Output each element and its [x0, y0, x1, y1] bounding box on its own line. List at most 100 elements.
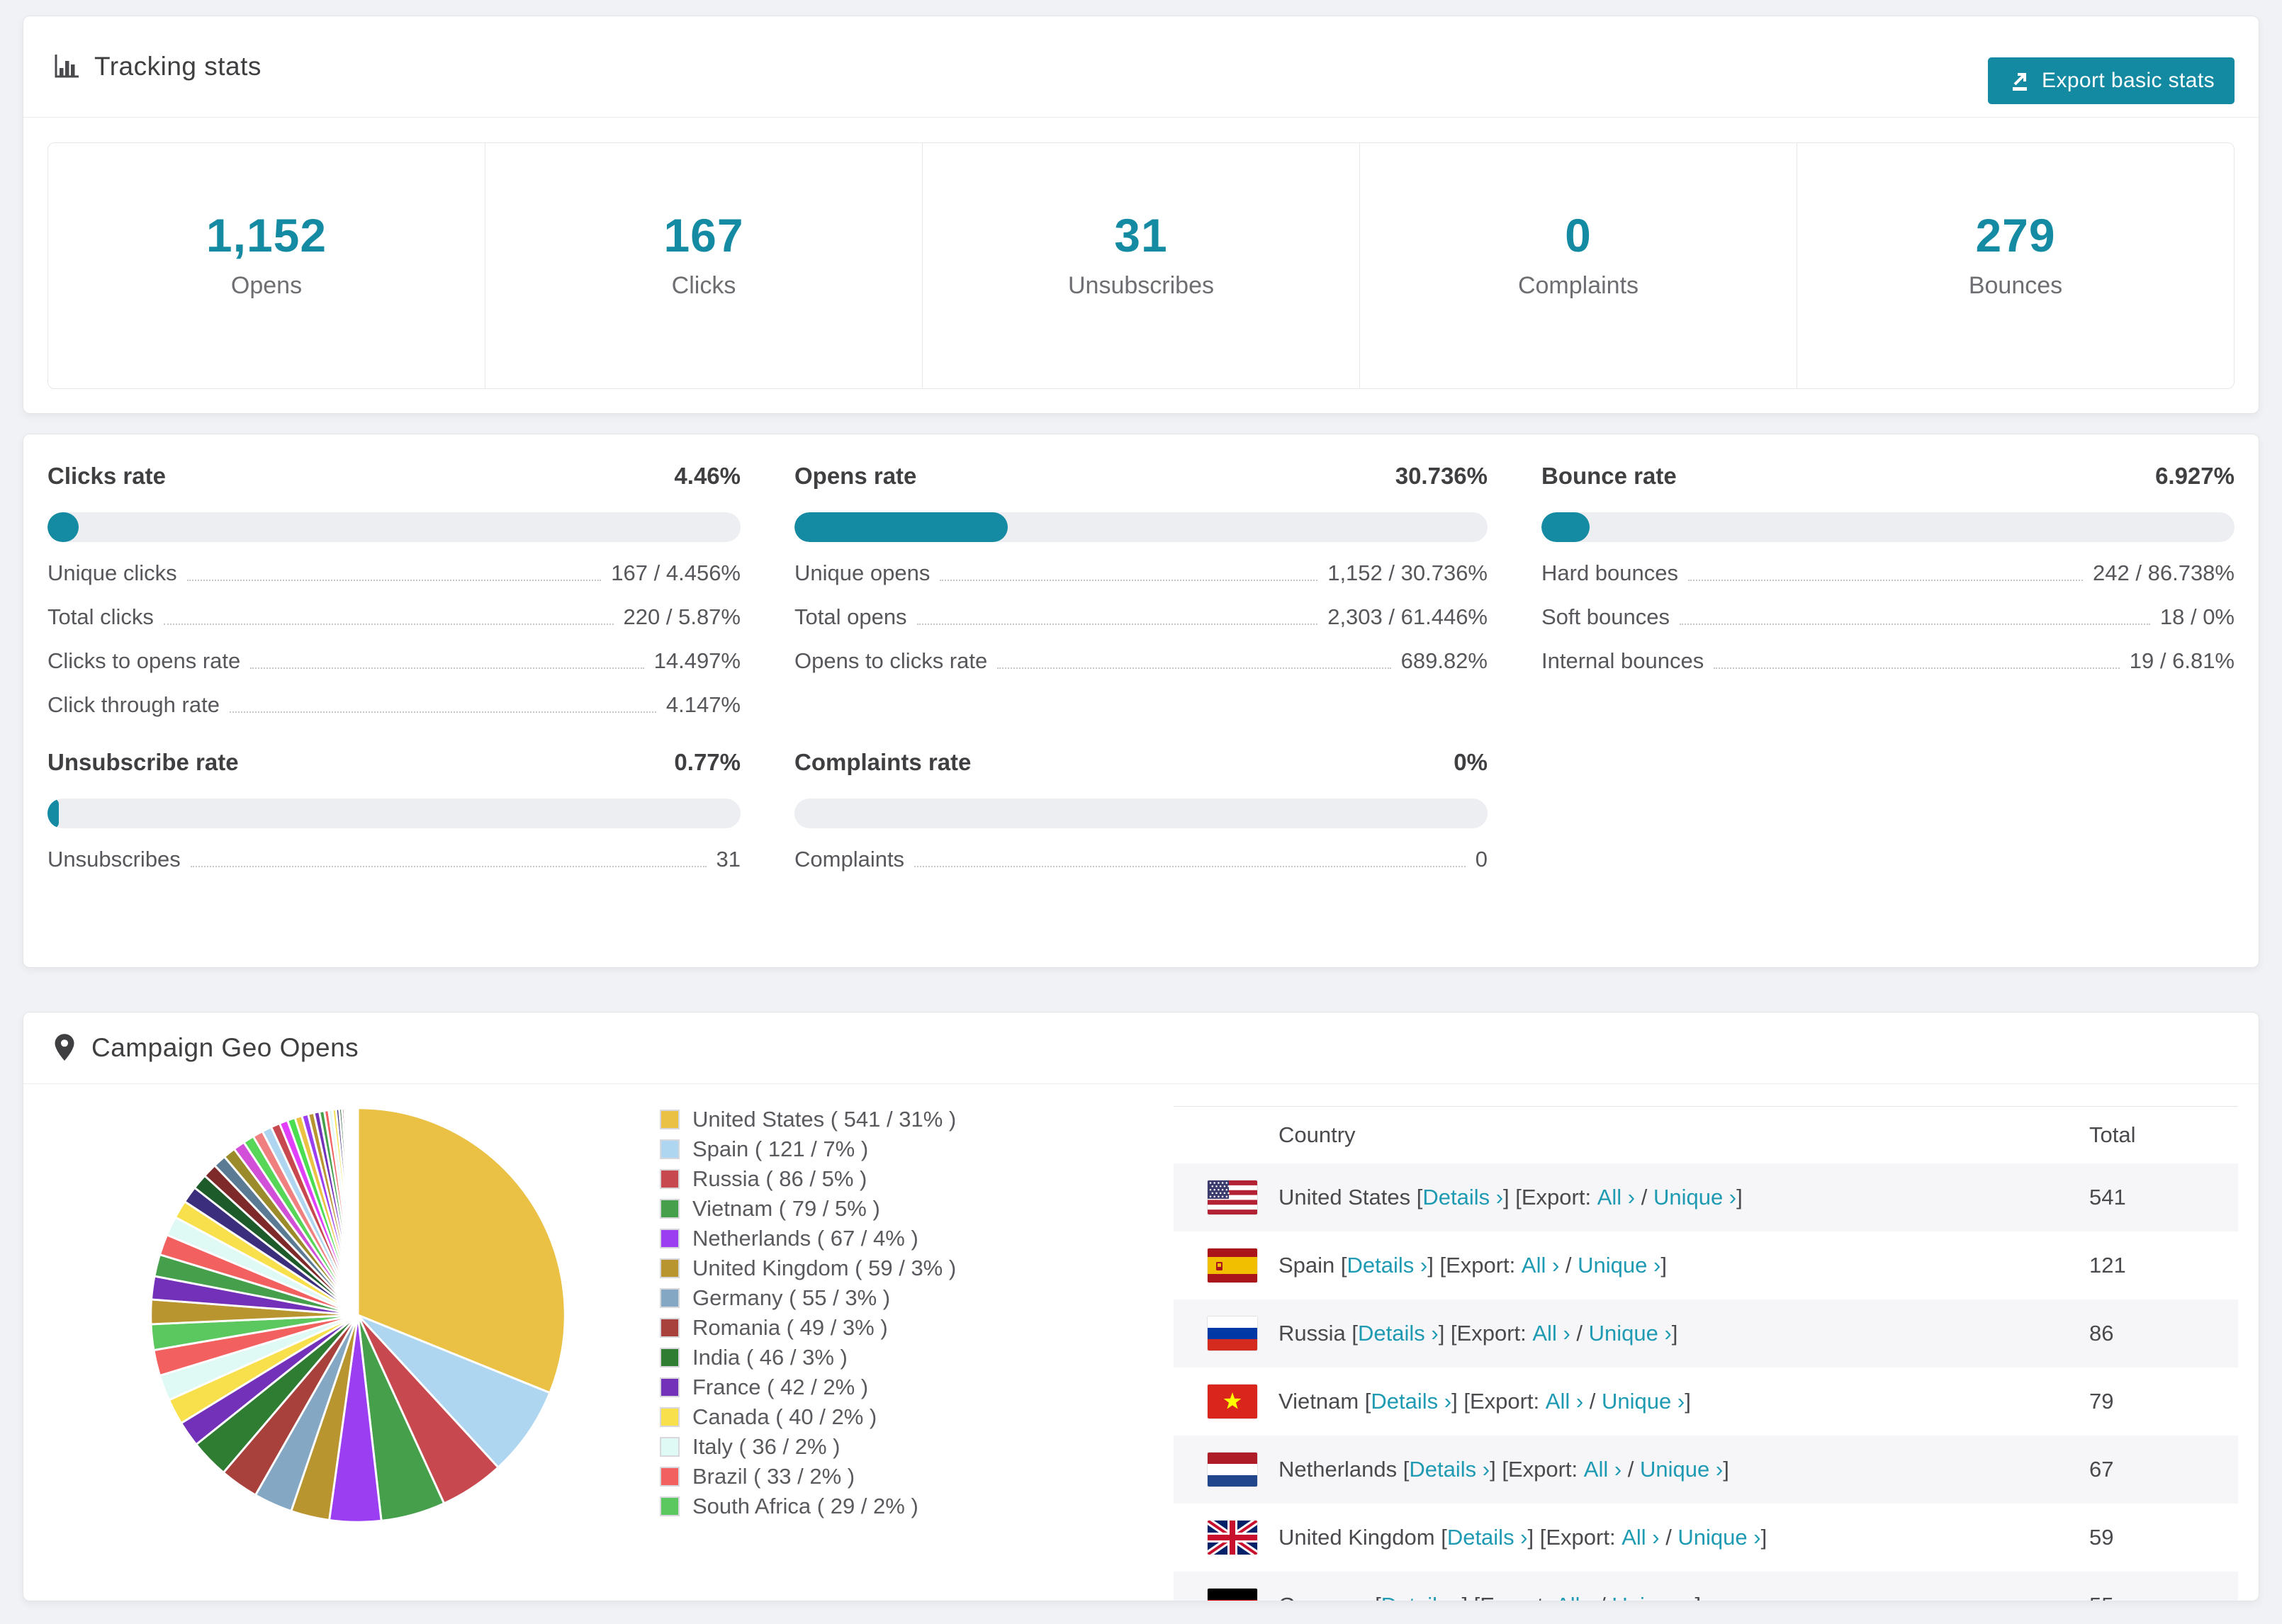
country-cell: Netherlands [Details ›] [Export: All › /…: [1278, 1457, 2089, 1482]
rate-title: Opens rate: [794, 463, 917, 489]
legend-swatch: [660, 1288, 680, 1308]
export-unique-link[interactable]: Unique ›: [1578, 1253, 1660, 1278]
legend-label: United States ( 541 / 31% ): [692, 1107, 957, 1132]
export-all-link[interactable]: All ›: [1597, 1185, 1635, 1210]
country-flag-vn: [1208, 1385, 1257, 1419]
legend-item[interactable]: United States ( 541 / 31% ): [660, 1105, 956, 1134]
export-all-link[interactable]: All ›: [1546, 1389, 1583, 1414]
details-link[interactable]: Details ›: [1347, 1253, 1428, 1278]
country-name: Vietnam: [1278, 1389, 1365, 1414]
export-all-link[interactable]: All ›: [1522, 1253, 1559, 1278]
export-unique-link[interactable]: Unique ›: [1677, 1525, 1760, 1550]
rate-block-header: Clicks rate 4.46%: [47, 463, 741, 494]
export-icon: [2013, 73, 2028, 91]
legend-swatch: [660, 1467, 680, 1487]
rate-block: Bounce rate 6.927% Hard bounces 242 / 86.73…: [1541, 463, 2235, 718]
legend-item[interactable]: Russia ( 86 / 5% ): [660, 1164, 956, 1194]
rate-block: Clicks rate 4.46% Unique clicks 167 / 4.456…: [47, 463, 741, 718]
rate-detail-row: Unsubscribes 31: [47, 847, 741, 872]
bracket: ] [Export:: [1503, 1185, 1597, 1209]
bracket: ]: [1685, 1389, 1691, 1414]
details-link[interactable]: Details ›: [1409, 1457, 1490, 1482]
geo-pie-chart[interactable]: [144, 1101, 572, 1529]
total-value: 86: [2089, 1321, 2114, 1346]
export-all-link[interactable]: All ›: [1532, 1321, 1570, 1346]
bracket: ]: [1760, 1525, 1767, 1550]
stat-box: 279 Bounces: [1797, 143, 2234, 388]
legend-label: Italy ( 36 / 2% ): [692, 1434, 841, 1459]
detail-label: Click through rate: [47, 692, 220, 717]
geo-title: Campaign Geo Opens: [91, 1033, 359, 1062]
progress-fill: [47, 512, 79, 542]
total-value: 59: [2089, 1525, 2114, 1550]
legend-item[interactable]: Netherlands ( 67 / 4% ): [660, 1224, 956, 1253]
stat-label: Clicks: [671, 271, 736, 299]
country-flag-nl: [1208, 1453, 1257, 1487]
legend-item[interactable]: Canada ( 40 / 2% ): [660, 1402, 956, 1432]
separator: /: [1559, 1253, 1578, 1278]
legend-item[interactable]: France ( 42 / 2% ): [660, 1372, 956, 1402]
rate-detail-row: Unique clicks 167 / 4.456%: [47, 560, 741, 586]
dotted-leader: [1714, 667, 2120, 669]
detail-label: Unique clicks: [47, 560, 177, 585]
legend-swatch: [660, 1437, 680, 1457]
column-header-total: Total: [2089, 1122, 2136, 1147]
export-unique-link[interactable]: Unique ›: [1653, 1185, 1736, 1210]
details-link[interactable]: Details ›: [1371, 1389, 1451, 1414]
legend-item[interactable]: Vietnam ( 79 / 5% ): [660, 1194, 956, 1224]
detail-label: Hard bounces: [1541, 560, 1679, 585]
stat-box: 31 Unsubscribes: [922, 143, 1359, 388]
legend-item[interactable]: Italy ( 36 / 2% ): [660, 1432, 956, 1462]
rate-detail-row: Click through rate 4.147%: [47, 692, 741, 718]
legend-item[interactable]: Germany ( 55 / 3% ): [660, 1283, 956, 1313]
bracket: ]: [1671, 1321, 1678, 1346]
export-all-link[interactable]: All ›: [1584, 1457, 1621, 1482]
export-unique-link[interactable]: Unique ›: [1589, 1321, 1672, 1346]
rate-value: 0%: [1454, 749, 1488, 775]
details-link[interactable]: Details ›: [1381, 1593, 1462, 1601]
export-unique-link[interactable]: Unique ›: [1602, 1389, 1685, 1414]
total-value: 55: [2089, 1593, 2238, 1601]
bracket: ] [Export:: [1451, 1389, 1546, 1414]
detail-label: Internal bounces: [1541, 648, 1704, 673]
export-all-link[interactable]: All ›: [1621, 1525, 1659, 1550]
stat-value: 31: [1114, 208, 1168, 261]
detail-value: 18 / 0%: [2159, 604, 2235, 629]
separator: /: [1621, 1457, 1641, 1482]
legend-item[interactable]: United Kingdom ( 59 / 3% ): [660, 1253, 956, 1283]
detail-value: 19 / 6.81%: [2129, 648, 2235, 673]
progress-track: [794, 512, 1488, 542]
legend-item[interactable]: Spain ( 121 / 7% ): [660, 1134, 956, 1164]
stat-box: 1,152 Opens: [48, 143, 485, 388]
legend-item[interactable]: India ( 46 / 3% ): [660, 1343, 956, 1372]
table-row: Germany [Details ›] [Export: All › / Uni…: [1174, 1572, 2238, 1601]
details-link[interactable]: Details ›: [1447, 1525, 1528, 1550]
legend-item[interactable]: Romania ( 49 / 3% ): [660, 1313, 956, 1343]
export-unique-link[interactable]: Unique ›: [1640, 1457, 1723, 1482]
stat-value: 1,152: [206, 208, 327, 261]
detail-value: 2,303 / 61.446%: [1327, 604, 1488, 629]
legend-item[interactable]: South Africa ( 29 / 2% ): [660, 1492, 956, 1521]
table-row: Spain [Details ›] [Export: All › / Uniqu…: [1174, 1231, 2238, 1299]
rate-block: Unsubscribe rate 0.77% Unsubscribes 31: [47, 749, 741, 872]
rate-title: Unsubscribe rate: [47, 749, 239, 775]
rate-detail-row: Complaints 0: [794, 847, 1488, 872]
legend-swatch: [660, 1169, 680, 1189]
detail-value: 4.147%: [665, 692, 741, 717]
export-basic-stats-button[interactable]: Export basic stats: [1988, 57, 2235, 104]
legend-item[interactable]: Brazil ( 33 / 2% ): [660, 1462, 956, 1492]
bracket: ] [Export:: [1490, 1457, 1584, 1482]
country-name: United States: [1278, 1185, 1417, 1209]
stat-value: 0: [1565, 208, 1592, 261]
legend-swatch: [660, 1258, 680, 1278]
export-all-link[interactable]: All ›: [1556, 1593, 1593, 1601]
dotted-leader: [997, 667, 1391, 669]
map-pin-icon: [52, 1032, 77, 1064]
stat-label: Complaints: [1517, 271, 1639, 299]
details-link[interactable]: Details ›: [1358, 1321, 1439, 1346]
detail-value: 0: [1475, 847, 1488, 872]
legend-label: France ( 42 / 2% ): [692, 1375, 869, 1399]
details-link[interactable]: Details ›: [1422, 1185, 1503, 1210]
export-unique-link[interactable]: Unique ›: [1612, 1593, 1694, 1601]
legend-swatch: [660, 1407, 680, 1427]
